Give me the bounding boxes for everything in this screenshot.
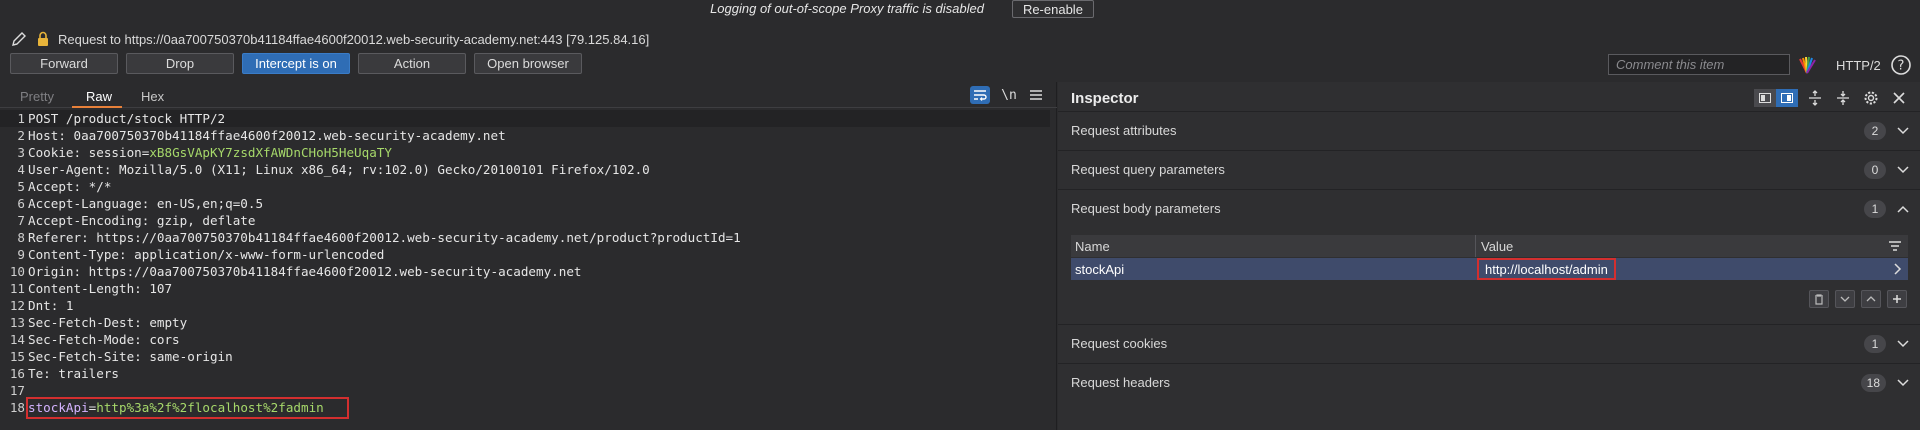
collapse-all-icon[interactable]: [1832, 88, 1854, 108]
param-name: stockApi: [1075, 261, 1125, 277]
tab-pretty[interactable]: Pretty: [20, 86, 54, 106]
code-line: 12 Dnt: 1: [9, 298, 74, 313]
code-line: 5 Accept: */*: [17, 179, 112, 194]
filter-icon[interactable]: [1888, 239, 1902, 253]
reenable-button[interactable]: Re-enable: [1011, 0, 1094, 18]
code-line: 16 Te: trailers: [9, 366, 119, 381]
add-icon[interactable]: [1887, 290, 1907, 308]
comment-input[interactable]: Comment this item: [1608, 54, 1790, 75]
tab-hex[interactable]: Hex: [141, 86, 164, 106]
layout-toggle: [1754, 89, 1798, 107]
body-param-highlight: [26, 397, 349, 419]
help-icon[interactable]: ?: [1890, 54, 1912, 76]
active-tab-indicator: [72, 106, 122, 108]
code-line: 15 Sec-Fetch-Site: same-origin: [9, 349, 233, 364]
code-line: 7 Accept-Encoding: gzip, deflate: [17, 213, 256, 228]
editor-menu-icon[interactable]: [1027, 86, 1045, 104]
show-newlines-toggle[interactable]: \n: [998, 86, 1020, 104]
code-line: 9 Content-Type: application/x-www-form-ur…: [17, 247, 385, 262]
section-request-body-parameters[interactable]: Request body parameters 1: [1058, 189, 1920, 227]
session-cookie-value: xB8GsVApKY7zsdXfAWDnCHoH5HeUqaTY: [149, 145, 392, 160]
inspector-panel: Inspector Request attributes 2 Request q…: [1058, 82, 1920, 430]
section-request-cookies[interactable]: Request cookies 1: [1058, 324, 1920, 362]
request-line: Request to https://0aa700750370b41184ffa…: [10, 29, 649, 49]
column-header-name[interactable]: Name: [1075, 239, 1110, 254]
move-down-icon[interactable]: [1835, 290, 1855, 308]
param-value[interactable]: http://localhost/admin: [1477, 258, 1616, 280]
count-badge: 0: [1864, 160, 1886, 179]
editor-tabs: Pretty Raw Hex \n: [0, 82, 1057, 108]
svg-text:?: ?: [1898, 59, 1905, 74]
expand-all-icon[interactable]: [1804, 88, 1826, 108]
chevron-down-icon[interactable]: [1896, 124, 1910, 138]
count-badge: 2: [1864, 121, 1886, 140]
pencil-icon[interactable]: [10, 30, 28, 48]
chevron-right-icon[interactable]: [1890, 262, 1904, 276]
chevron-down-icon[interactable]: [1896, 376, 1910, 390]
tab-raw[interactable]: Raw: [86, 86, 112, 106]
code-line: 1 POST /product/stock HTTP/2: [0, 110, 1050, 127]
code-line: 4 User-Agent: Mozilla/5.0 (X11; Linux x86…: [17, 162, 650, 177]
section-request-query-parameters[interactable]: Request query parameters 0: [1058, 150, 1920, 188]
code-line: 10 Origin: https://0aa700750370b41184ffae…: [9, 264, 582, 279]
section-request-headers[interactable]: Request headers 18: [1058, 363, 1920, 401]
count-badge: 18: [1860, 373, 1886, 392]
row-actions: [1809, 290, 1907, 308]
move-up-icon[interactable]: [1861, 290, 1881, 308]
notice-bar: Logging of out-of-scope Proxy traffic is…: [0, 0, 1920, 18]
chevron-down-icon[interactable]: [1896, 337, 1910, 351]
table-row[interactable]: stockApi http://localhost/admin: [1071, 258, 1908, 280]
delete-icon[interactable]: [1809, 290, 1829, 308]
chevron-down-icon[interactable]: [1896, 163, 1910, 177]
layout-stacked-icon[interactable]: [1754, 89, 1776, 107]
inspector-controls: [1754, 88, 1910, 108]
code-line: 3 Cookie: session= xB8GsVApKY7zsdXfAWDnCHo…: [17, 145, 392, 160]
protocol-label[interactable]: HTTP/2: [1836, 55, 1881, 75]
open-browser-button[interactable]: Open browser: [474, 53, 582, 74]
code-line: 13 Sec-Fetch-Dest: empty: [9, 315, 188, 330]
request-target: Request to https://0aa700750370b41184ffa…: [58, 31, 650, 47]
code-line: 14 Sec-Fetch-Mode: cors: [9, 332, 180, 347]
layout-side-icon[interactable]: [1776, 89, 1798, 107]
word-wrap-icon[interactable]: [970, 86, 990, 104]
code-line: 2 Host: 0aa700750370b41184ffae4600f20012.…: [17, 128, 506, 143]
table-header: Name Value: [1071, 235, 1908, 257]
settings-gear-icon[interactable]: [1860, 88, 1882, 108]
action-button[interactable]: Action: [358, 53, 466, 74]
chevron-up-icon[interactable]: [1896, 202, 1910, 216]
close-icon[interactable]: [1888, 88, 1910, 108]
count-badge: 1: [1864, 334, 1886, 353]
intercept-toggle-button[interactable]: Intercept is on: [242, 53, 350, 74]
notice-text: Logging of out-of-scope Proxy traffic is…: [710, 0, 984, 16]
column-header-value[interactable]: Value: [1481, 239, 1513, 254]
code-line: 11 Content-Length: 107: [9, 281, 173, 296]
code-line: 6 Accept-Language: en-US,en;q=0.5: [17, 196, 264, 211]
section-request-attributes[interactable]: Request attributes 2: [1058, 111, 1920, 149]
column-divider[interactable]: [1475, 235, 1476, 257]
intercept-toolbar: Forward Drop Intercept is on Action Open…: [10, 53, 582, 75]
code-line: 8 Referer: https://0aa700750370b41184ffae…: [17, 230, 741, 245]
forward-button[interactable]: Forward: [10, 53, 118, 74]
inspector-title: Inspector: [1071, 90, 1139, 107]
drop-button[interactable]: Drop: [126, 53, 234, 74]
highlight-color-icon[interactable]: [1797, 55, 1817, 75]
count-badge: 1: [1864, 199, 1886, 218]
lock-icon: [34, 30, 52, 48]
message-editor[interactable]: Pretty Raw Hex \n 1 POST /product/stock H…: [0, 82, 1057, 430]
